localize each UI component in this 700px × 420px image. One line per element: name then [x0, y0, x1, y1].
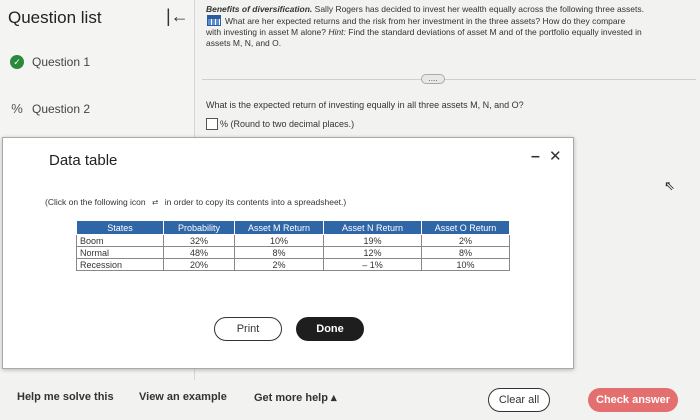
table-cell: Normal: [76, 246, 164, 259]
column-header: Asset M Return: [234, 220, 324, 235]
hint-label: Hint:: [328, 27, 346, 37]
copy-note: (Click on the following icon ⮂ in order …: [45, 197, 346, 208]
table-cell: 20%: [163, 258, 235, 271]
intro-line-3: with investing in asset M alone?: [206, 27, 327, 37]
table-cell: – 1%: [323, 258, 422, 271]
help-me-solve-link[interactable]: Help me solve this: [17, 391, 114, 403]
table-cell: 12%: [323, 246, 422, 259]
modal-title: Data table: [49, 152, 118, 169]
copy-to-spreadsheet-icon[interactable]: ⮂: [152, 198, 158, 207]
intro-heading: Benefits of diversification.: [206, 4, 313, 14]
check-answer-button[interactable]: Check answer: [588, 388, 678, 412]
table-cell: 48%: [163, 246, 235, 259]
sidebar-item-question-1[interactable]: ✓ Question 1: [10, 55, 90, 69]
copy-note-after: in order to copy its contents into a spr…: [164, 197, 347, 207]
view-example-link[interactable]: View an example: [139, 391, 227, 403]
sidebar-item-question-2[interactable]: % Question 2: [10, 101, 90, 116]
minimize-icon[interactable]: –: [531, 148, 540, 166]
column-header: Probability: [163, 220, 235, 235]
table-cell: 8%: [234, 246, 324, 259]
table-row: Boom 32% 10% 19% 2%: [76, 234, 510, 247]
column-header: States: [76, 220, 164, 235]
table-cell: 19%: [323, 234, 422, 247]
table-cell: 32%: [163, 234, 235, 247]
get-more-help-link[interactable]: Get more help ▴: [254, 391, 337, 404]
copy-note-before: (Click on the following icon: [45, 197, 146, 207]
intro-line-1: Sally Rogers has decided to invest her w…: [314, 4, 644, 14]
done-button[interactable]: Done: [296, 317, 364, 341]
table-row: Normal 48% 8% 12% 8%: [76, 246, 510, 259]
intro-line-4: assets M, N, and O.: [206, 38, 282, 48]
table-header-row: States Probability Asset M Return Asset …: [76, 220, 510, 235]
column-header: Asset O Return: [421, 220, 510, 235]
table-cell: 8%: [421, 246, 510, 259]
table-cell: Boom: [76, 234, 164, 247]
clear-all-button[interactable]: Clear all: [488, 388, 550, 412]
check-circle-icon: ✓: [10, 55, 24, 69]
table-cell: 10%: [421, 258, 510, 271]
footer-bar: Help me solve this View an example Get m…: [0, 380, 700, 420]
table-cell: 10%: [234, 234, 324, 247]
partial-credit-icon: %: [11, 101, 23, 116]
intro-line-2: What are her expected returns and the ri…: [225, 16, 626, 26]
table-row: Recession 20% 2% – 1% 10%: [76, 258, 510, 271]
hint-text: Find the standard deviations of asset M …: [348, 27, 642, 37]
expand-button[interactable]: ....: [421, 74, 445, 84]
data-table-icon[interactable]: [207, 15, 221, 26]
question-intro: Benefits of diversification. Sally Roger…: [206, 4, 694, 49]
mouse-cursor-icon: ⇖: [664, 178, 675, 193]
table-cell: 2%: [421, 234, 510, 247]
question-list-title: Question list: [8, 8, 102, 27]
column-header: Asset N Return: [323, 220, 422, 235]
table-cell: Recession: [76, 258, 164, 271]
answer-input[interactable]: [206, 118, 218, 130]
sidebar-item-label: Question 2: [32, 101, 91, 116]
question-text: What is the expected return of investing…: [206, 100, 524, 110]
table-cell: 2%: [234, 258, 324, 271]
sidebar-item-label: Question 1: [32, 55, 91, 69]
collapse-left-icon[interactable]: |←: [166, 6, 189, 27]
data-table-modal: Data table – ✕ (Click on the following i…: [2, 137, 574, 369]
answer-row: % (Round to two decimal places.): [206, 118, 354, 130]
print-button[interactable]: Print: [214, 317, 282, 341]
answer-suffix: % (Round to two decimal places.): [220, 119, 355, 129]
close-icon[interactable]: ✕: [549, 147, 562, 165]
section-divider: [202, 79, 696, 80]
data-table: States Probability Asset M Return Asset …: [76, 220, 510, 271]
